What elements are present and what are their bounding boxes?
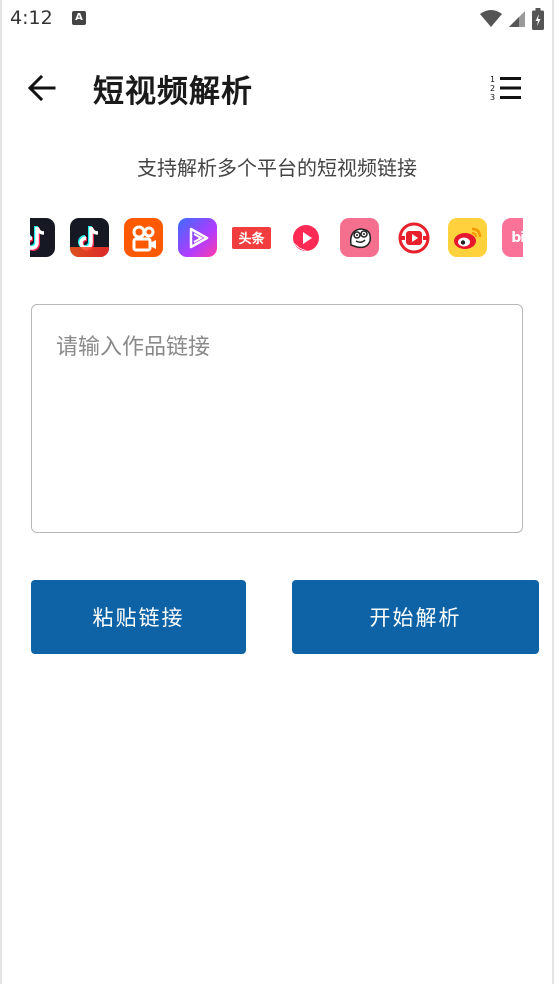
kuaishou-icon[interactable] <box>124 218 163 257</box>
list-menu-button[interactable]: 1 2 3 <box>486 68 526 108</box>
huoshan-icon[interactable] <box>394 218 433 257</box>
toutiao-icon[interactable]: 头条 <box>232 218 271 257</box>
bilibili-icon[interactable]: bili <box>502 218 523 257</box>
svg-text:1: 1 <box>490 75 495 84</box>
a-icon: A <box>72 11 86 25</box>
status-bar: 4:12 A <box>0 0 554 38</box>
link-input-container <box>31 304 523 533</box>
douyin-icon[interactable] <box>30 218 55 257</box>
platform-icon-strip[interactable]: 头条 bi <box>30 218 523 258</box>
app-bar: 短视频解析 1 2 3 <box>0 50 554 122</box>
pipixia-icon[interactable] <box>340 218 379 257</box>
screen-edge-left <box>0 0 2 984</box>
paste-link-button[interactable]: 粘贴链接 <box>31 580 246 654</box>
back-button[interactable] <box>22 68 62 108</box>
svg-text:2: 2 <box>490 84 495 93</box>
status-time: 4:12 <box>10 7 53 29</box>
douyin-icon[interactable] <box>70 218 109 257</box>
platform-icon-row: 头条 bi <box>30 218 523 257</box>
xigua-icon[interactable] <box>286 218 325 257</box>
status-icons <box>480 8 544 30</box>
battery-icon <box>532 8 544 30</box>
page-title: 短视频解析 <box>93 74 253 110</box>
numbered-list-icon: 1 2 3 <box>490 75 521 102</box>
weibo-icon[interactable] <box>448 218 487 257</box>
wifi-icon <box>480 10 502 27</box>
arrow-left-icon <box>28 75 56 101</box>
platform-support-subtitle: 支持解析多个平台的短视频链接 <box>137 156 417 180</box>
signal-icon <box>509 11 525 27</box>
link-input[interactable] <box>32 305 522 532</box>
start-parse-button[interactable]: 开始解析 <box>292 580 539 654</box>
svg-text:3: 3 <box>490 93 495 102</box>
weishi-icon[interactable] <box>178 218 217 257</box>
